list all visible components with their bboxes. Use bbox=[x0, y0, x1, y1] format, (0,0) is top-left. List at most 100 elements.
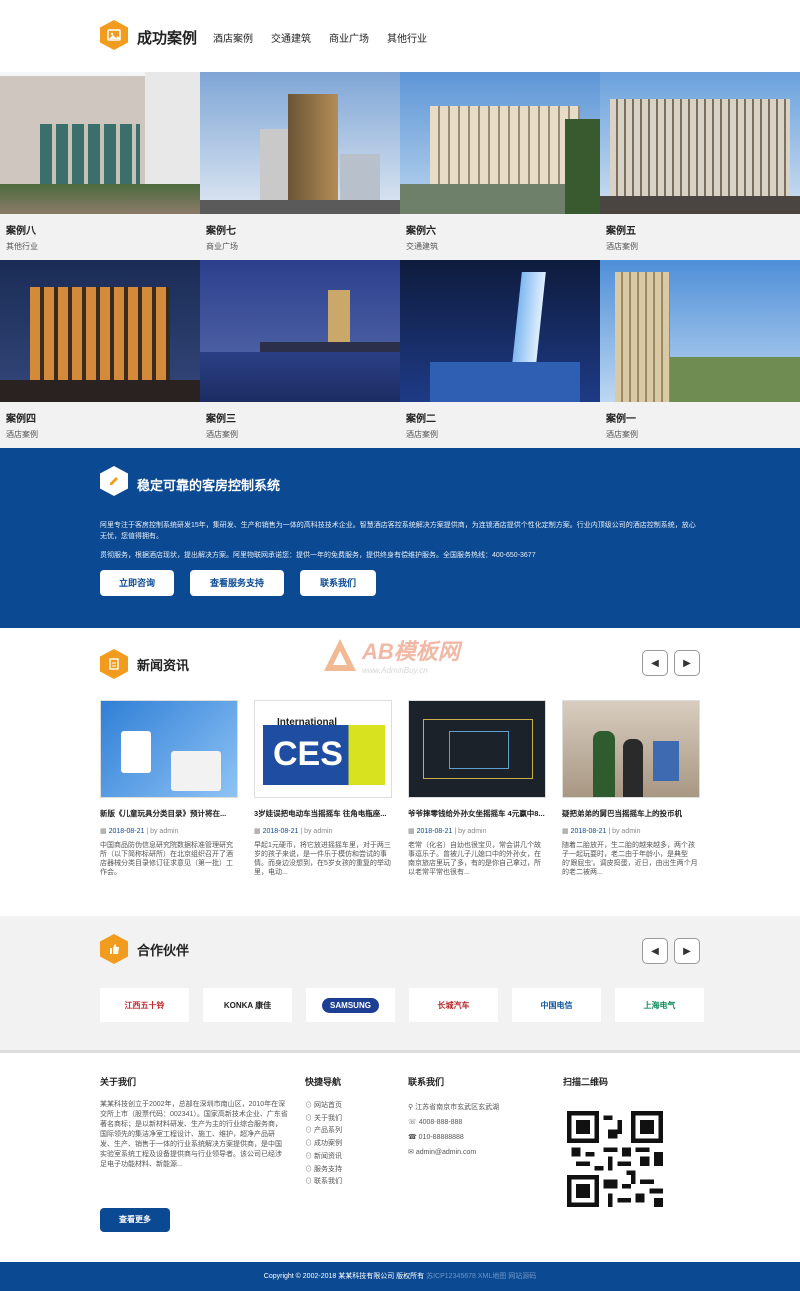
footer-contact: 联系我们 ⚲ 江苏省南京市玄武区玄武湖 ☏ 4008-888-888 ☎ 010… bbox=[408, 1075, 499, 1160]
case-tile[interactable]: 案例七 商业广场 bbox=[200, 72, 400, 260]
news-list: 新版《儿童玩具分类目录》预计将在... ▦ 2018-08-21 | by ad… bbox=[100, 700, 700, 877]
news-desc: 随着二胎放开，生二胎的越来越多，两个孩子一起玩耍时，老二由于年龄小，是典型的'跟… bbox=[562, 842, 698, 876]
calendar-icon: ▦ bbox=[254, 828, 263, 835]
case-category: 交通建筑 bbox=[406, 242, 438, 251]
news-meta: ▦ 2018-08-21 | by admin bbox=[408, 828, 487, 835]
calendar-icon: ▦ bbox=[408, 828, 417, 835]
section-title: 成功案例 bbox=[137, 30, 198, 47]
news-header: 新闻资讯 bbox=[100, 649, 189, 679]
case-photo bbox=[200, 260, 400, 402]
filter-hotel[interactable]: 酒店案例 bbox=[213, 30, 253, 45]
case-tile[interactable]: 案例一 酒店案例 bbox=[600, 260, 800, 448]
band-paragraph: 阿里专注于客房控制系统研发15年，集研发、生产和销售为一体的高科技技术企业。智慧… bbox=[100, 522, 696, 540]
copyright-links[interactable]: 苏ICP12345678 XML地图 网站源码 bbox=[426, 1273, 536, 1280]
contact-button[interactable]: 联系我们 bbox=[300, 570, 376, 596]
calendar-icon: ▦ bbox=[100, 828, 109, 835]
footer-about: 关于我们 某某科技创立于2002年，总部在深圳市南山区，2010年在深交所上市（… bbox=[100, 1075, 288, 1176]
case-photo bbox=[400, 72, 600, 214]
calendar-icon: ▦ bbox=[562, 828, 571, 835]
support-button[interactable]: 查看服务支持 bbox=[190, 570, 284, 596]
partners-title: 合作伙伴 bbox=[137, 942, 190, 958]
filter-commercial[interactable]: 商业广场 bbox=[329, 30, 369, 45]
footer-link[interactable]: 关于我们 bbox=[305, 1113, 342, 1126]
case-tile[interactable]: 案例六 交通建筑 bbox=[400, 72, 600, 260]
footer-link[interactable]: 产品系列 bbox=[305, 1125, 342, 1138]
case-photo bbox=[600, 72, 800, 214]
qr-code bbox=[567, 1111, 663, 1207]
case-name: 案例一 bbox=[606, 414, 636, 425]
band-title: 稳定可靠的客房控制系统 bbox=[137, 478, 281, 493]
partners-section: 合作伙伴 ◀ ▶ 江西五十铃 KONKA 康佳 SAMSUNG 长城汽车 中国电… bbox=[0, 916, 800, 1050]
footer-link[interactable]: 网站首页 bbox=[305, 1100, 342, 1113]
footer-qr-title: 扫描二维码 bbox=[563, 1077, 609, 1087]
filter-transport[interactable]: 交通建筑 bbox=[271, 30, 311, 45]
case-photo bbox=[400, 260, 600, 402]
prev-arrow-icon[interactable]: ◀ bbox=[642, 650, 668, 676]
footer-about-text: 某某科技创立于2002年，总部在深圳市南山区，2010年在深交所上市（股票代码：… bbox=[100, 1101, 288, 1168]
news-desc: 中国商品防伪信息研究院数据标准管理研究所（以下简称标研所）在北京组织召开了酒店器… bbox=[100, 842, 233, 876]
news-arrows: ◀ ▶ bbox=[642, 650, 700, 676]
case-photo bbox=[0, 72, 200, 214]
partner-logos: 江西五十铃 KONKA 康佳 SAMSUNG 长城汽车 中国电信 上海电气 bbox=[100, 988, 704, 1022]
partner-logo[interactable]: 长城汽车 bbox=[409, 988, 498, 1022]
case-category: 酒店案例 bbox=[6, 430, 38, 439]
case-tile[interactable]: 案例四 酒店案例 bbox=[0, 260, 200, 448]
partner-logo[interactable]: 中国电信 bbox=[512, 988, 601, 1022]
case-tile[interactable]: 案例八 其他行业 bbox=[0, 72, 200, 260]
case-name: 案例五 bbox=[606, 226, 636, 237]
footer-link[interactable]: 服务支持 bbox=[305, 1164, 342, 1177]
news-title: 新版《儿童玩具分类目录》预计将在... bbox=[100, 809, 227, 818]
case-header: 成功案例 酒店案例 交通建筑 商业广场 其他行业 bbox=[0, 0, 800, 72]
case-tile[interactable]: 案例五 酒店案例 bbox=[600, 72, 800, 260]
news-title: 新闻资讯 bbox=[137, 657, 190, 673]
next-arrow-icon[interactable]: ▶ bbox=[674, 650, 700, 676]
footer-qr: 扫描二维码 bbox=[563, 1075, 608, 1100]
news-meta: ▦ 2018-08-21 | by admin bbox=[254, 828, 333, 835]
news-card[interactable]: 爷爷摔零钱给外孙女坐摇摇车 4元赢中8... ▦ 2018-08-21 | by… bbox=[408, 700, 546, 877]
more-button[interactable]: 查看更多 bbox=[100, 1208, 170, 1232]
footer-link[interactable]: 成功案例 bbox=[305, 1138, 342, 1151]
contact-email: admin@admin.com bbox=[415, 1149, 477, 1156]
news-thumb bbox=[562, 700, 700, 798]
case-tile[interactable]: 案例三 酒店案例 bbox=[200, 260, 400, 448]
case-photo bbox=[0, 260, 200, 402]
case-tile[interactable]: 案例二 酒店案例 bbox=[400, 260, 600, 448]
news-title: 疑把弟弟的舅巴当摇摇车上的投币机 bbox=[562, 809, 682, 818]
consult-button[interactable]: 立即咨询 bbox=[100, 570, 174, 596]
news-card[interactable]: 新版《儿童玩具分类目录》预计将在... ▦ 2018-08-21 | by ad… bbox=[100, 700, 238, 877]
footer-link[interactable]: 联系我们 bbox=[305, 1176, 342, 1189]
grid-icon bbox=[100, 20, 128, 50]
next-arrow-icon[interactable]: ▶ bbox=[674, 938, 700, 964]
watermark-logo: AB模板网 www.AdminBuy.cn bbox=[322, 634, 460, 675]
news-card[interactable]: 疑把弟弟的舅巴当摇摇车上的投币机 ▦ 2018-08-21 | by admin… bbox=[562, 700, 700, 877]
case-category: 酒店案例 bbox=[606, 242, 638, 251]
news-title: 爷爷摔零钱给外孙女坐摇摇车 4元赢中8... bbox=[408, 809, 545, 818]
footer-link[interactable]: 新闻资讯 bbox=[305, 1151, 342, 1164]
mail-icon: ✉ bbox=[408, 1149, 416, 1156]
footer: 关于我们 某某科技创立于2002年，总部在深圳市南山区，2010年在深交所上市（… bbox=[0, 1050, 800, 1263]
document-icon bbox=[100, 649, 128, 679]
fax-icon: ☎ bbox=[408, 1134, 419, 1141]
partner-logo[interactable]: 上海电气 bbox=[615, 988, 704, 1022]
news-desc: 早起1元硬币，将它放进摇摇车里，对于两三岁的孩子来说，是一件乐于模仿和尝试的事情… bbox=[254, 842, 391, 876]
footer-contact-title: 联系我们 bbox=[408, 1077, 445, 1087]
partners-header: 合作伙伴 bbox=[100, 934, 189, 964]
footer-nav-title: 快捷导航 bbox=[305, 1077, 342, 1087]
band-service: 贯彻服务，根据酒店现状，提出解决方案。阿里物联网承诺您：提供一年的免费服务，提供… bbox=[100, 552, 536, 559]
thumbs-up-icon bbox=[100, 934, 128, 964]
partners-arrows: ◀ ▶ bbox=[642, 938, 700, 964]
filter-other[interactable]: 其他行业 bbox=[387, 30, 427, 45]
phone-icon: ☏ bbox=[408, 1119, 419, 1126]
news-card[interactable]: CES International 3岁娃误把电动车当摇摇车 往角电瓶座... … bbox=[254, 700, 392, 877]
partner-logo[interactable]: 江西五十铃 bbox=[100, 988, 189, 1022]
case-photo bbox=[600, 260, 800, 402]
contact-fax: 010-88888888 bbox=[418, 1134, 464, 1141]
copyright-bar: Copyright © 2002-2018 某某科技有限公司 版权所有 苏ICP… bbox=[0, 1262, 800, 1291]
partner-logo[interactable]: SAMSUNG bbox=[322, 997, 379, 1013]
case-category: 酒店案例 bbox=[206, 430, 238, 439]
case-category: 酒店案例 bbox=[406, 430, 438, 439]
case-filter-nav: 酒店案例 交通建筑 商业广场 其他行业 bbox=[213, 30, 445, 45]
prev-arrow-icon[interactable]: ◀ bbox=[642, 938, 668, 964]
case-name: 案例二 bbox=[406, 414, 436, 425]
partner-logo[interactable]: KONKA 康佳 bbox=[203, 988, 292, 1022]
